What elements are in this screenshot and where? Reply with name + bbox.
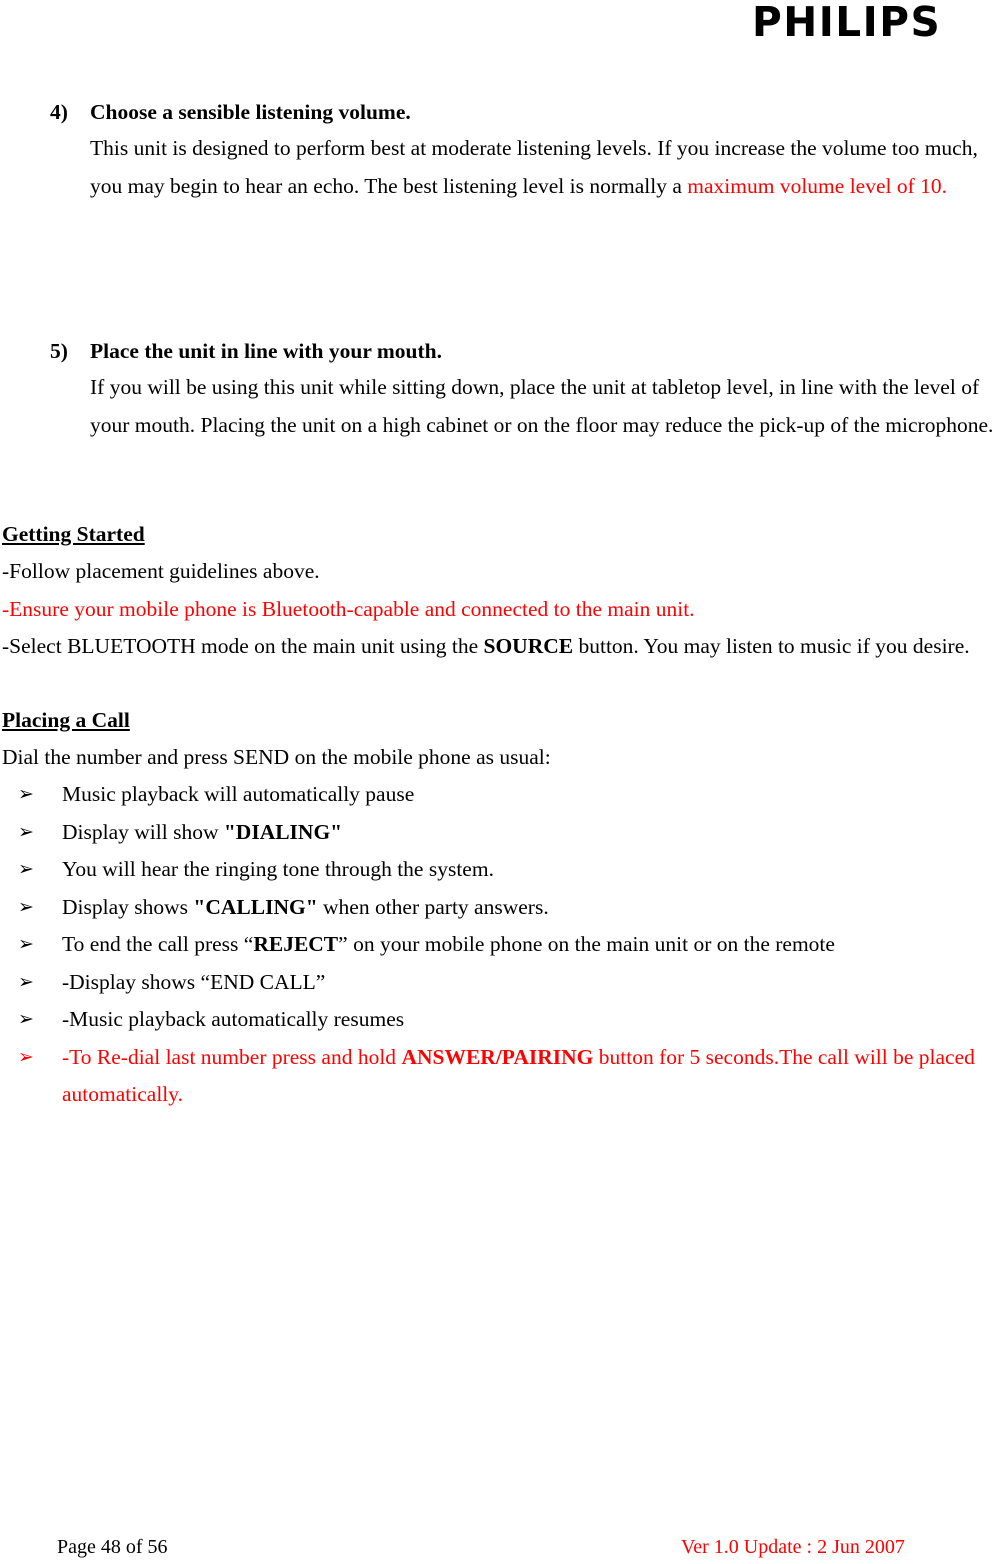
list-item-text-pre: Display will show xyxy=(62,819,224,844)
spacer-after-item-5 xyxy=(0,444,1002,516)
arrow-bullet-icon: ➢ xyxy=(18,783,34,805)
numbered-item-5: 5) Place the unit in line with your mout… xyxy=(0,333,1002,444)
arrow-bullet-icon: ➢ xyxy=(18,895,34,918)
list-item-text: Display shows "CALLING" when other party… xyxy=(62,895,549,919)
item-heading-5: Place the unit in line with your mouth. xyxy=(90,339,442,363)
getting-started-heading: Getting Started xyxy=(2,522,145,546)
list-item-text-pre: Display shows xyxy=(62,894,194,919)
list-item: ➢ You will hear the ringing tone through … xyxy=(0,851,1002,889)
list-item-text: Display will show "DIALING" xyxy=(62,820,342,844)
list-item-text: To end the call press “REJECT” on your m… xyxy=(62,932,835,956)
item-number-5: 5) xyxy=(50,339,68,363)
footer-version: Ver 1.0 Update : 2 Jun 2007 xyxy=(681,1536,905,1558)
list-item: ➢ Display shows "CALLING" when other part… xyxy=(0,889,1002,927)
list-item-text-pre: -Display shows “END CALL” xyxy=(62,969,326,994)
placing-a-call-section: Placing a Call Dial the number and press… xyxy=(0,702,1002,1114)
list-item-text-post: when other party answers. xyxy=(317,894,549,919)
arrow-bullet-icon: ➢ xyxy=(18,933,34,955)
list-item-text-pre: -Music playback automatically resumes xyxy=(62,1007,405,1031)
list-item-text-emphasis: ANSWER/PAIRING xyxy=(401,1044,594,1069)
list-item-text-pre: Music playback will automatically pause xyxy=(62,782,415,806)
placing-a-call-bullet-list: ➢ Music playback will automatically pause… xyxy=(0,776,1002,1114)
arrow-bullet-icon: ➢ xyxy=(18,1045,34,1068)
list-item: ➢ To end the call press “REJECT” on your … xyxy=(0,926,1002,964)
footer-page-number: Page 48 of 56 xyxy=(57,1536,168,1558)
arrow-bullet-icon: ➢ xyxy=(18,858,34,880)
item-paragraph-4: This unit is designed to perform best at… xyxy=(90,130,1002,205)
list-item-text: You will hear the ringing tone through t… xyxy=(62,857,494,881)
philips-logo: PHILIPS xyxy=(752,0,942,46)
list-item-text-pre: -To Re-dial last number press and hold xyxy=(62,1044,402,1069)
arrow-bullet-icon: ➢ xyxy=(18,970,34,993)
getting-started-line-3: -Select BLUETOOTH mode on the main unit … xyxy=(2,628,1002,666)
document-body: 4) Choose a sensible listening volume. T… xyxy=(0,94,1002,1114)
list-item-text: Music playback will automatically pause xyxy=(62,782,414,806)
getting-started-section: Getting Started -Follow placement guidel… xyxy=(0,516,1002,666)
spacer-before-placing-a-call xyxy=(0,666,1002,702)
arrow-bullet-icon: ➢ xyxy=(18,1008,34,1030)
item-paragraph-4-red: maximum volume level of 10. xyxy=(687,173,948,198)
list-item-text-emphasis: "DIALING" xyxy=(223,819,343,844)
item-paragraph-5: If you will be using this unit while sit… xyxy=(90,375,994,437)
list-item: ➢ Display will show "DIALING" xyxy=(0,814,1002,852)
list-item-text-emphasis: REJECT xyxy=(253,932,339,956)
list-item: ➢ -To Re-dial last number press and hold … xyxy=(0,1039,1002,1114)
list-item-text-post: ” on your mobile phone on the main unit … xyxy=(338,932,835,956)
spacer-after-item-4 xyxy=(0,205,1002,333)
document-page: PHILIPS 4) Choose a sensible listening v… xyxy=(0,0,1002,1564)
getting-started-heading-row: Getting Started xyxy=(0,516,1002,553)
list-item-text: -Display shows “END CALL” xyxy=(62,970,325,994)
list-item: ➢ -Display shows “END CALL” xyxy=(0,964,1002,1002)
placing-a-call-heading: Placing a Call xyxy=(2,707,130,732)
getting-started-line-3-post: button. You may listen to music if you d… xyxy=(573,634,970,658)
list-item-text: -To Re-dial last number press and hold A… xyxy=(62,1045,975,1107)
list-item-text-emphasis: "CALLING" xyxy=(193,894,318,919)
list-item-text-pre: You will hear the ringing tone through t… xyxy=(62,857,494,881)
source-button-label: SOURCE xyxy=(483,634,574,658)
arrow-bullet-icon: ➢ xyxy=(18,820,34,843)
list-item-text: -Music playback automatically resumes xyxy=(62,1007,404,1031)
getting-started-line-3-pre: -Select BLUETOOTH mode on the main unit … xyxy=(2,634,484,658)
page-footer: Page 48 of 56 Ver 1.0 Update : 2 Jun 200… xyxy=(0,1533,1002,1563)
getting-started-line-1: -Follow placement guidelines above. xyxy=(2,559,320,583)
placing-a-call-heading-row: Placing a Call xyxy=(0,702,1002,739)
item-number-4: 4) xyxy=(50,100,68,124)
numbered-item-4: 4) Choose a sensible listening volume. T… xyxy=(0,94,1002,205)
getting-started-line-2: -Ensure your mobile phone is Bluetooth-c… xyxy=(2,596,695,621)
item-heading-4: Choose a sensible listening volume. xyxy=(90,100,411,124)
list-item: ➢ -Music playback automatically resumes xyxy=(0,1001,1002,1039)
placing-a-call-intro: Dial the number and press SEND on the mo… xyxy=(2,744,551,769)
list-item: ➢ Music playback will automatically pause xyxy=(0,776,1002,814)
list-item-text-pre: To end the call press “ xyxy=(62,932,254,956)
